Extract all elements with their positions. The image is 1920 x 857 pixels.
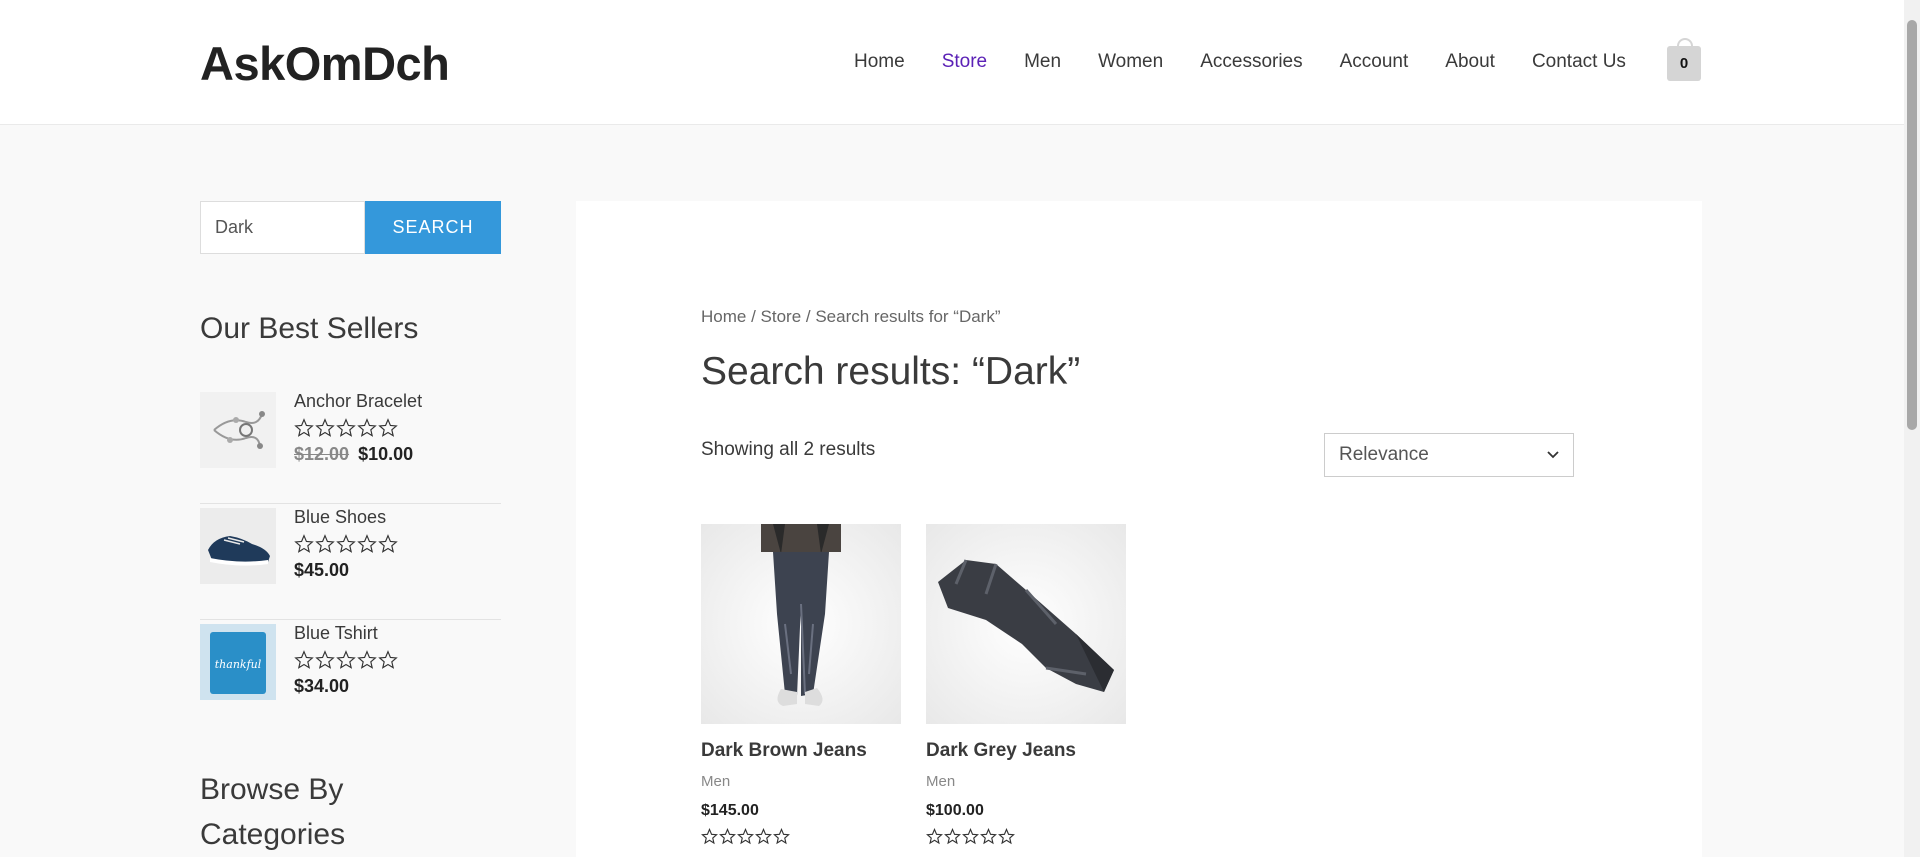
star-empty-icon xyxy=(378,650,398,669)
star-rating xyxy=(294,418,422,438)
tshirt-print-text: thankful xyxy=(215,658,262,671)
star-empty-icon xyxy=(336,534,356,553)
blue-tshirt-image[interactable]: thankful xyxy=(200,624,276,700)
search-form: SEARCH xyxy=(200,201,501,254)
product-name[interactable]: Blue Shoes xyxy=(294,506,398,528)
best-sellers-list: Anchor Bracelet $12.00 $10.00 Blue Shoes… xyxy=(200,388,501,736)
dark-grey-jeans-image[interactable] xyxy=(926,524,1126,724)
star-empty-icon xyxy=(773,828,790,845)
star-empty-icon xyxy=(315,534,335,553)
product-card: Dark Brown Jeans Men $145.00 xyxy=(701,524,901,845)
product-card: Dark Grey Jeans Men $100.00 xyxy=(926,524,1126,845)
product-category: Men xyxy=(701,773,731,790)
product-price: $45.00 xyxy=(294,560,350,580)
site-title[interactable]: AskOmDch xyxy=(200,36,450,91)
best-sellers-title: Our Best Sellers xyxy=(200,312,419,345)
nav-home[interactable]: Home xyxy=(854,50,905,74)
nav-store[interactable]: Store xyxy=(942,50,987,74)
ordering-select[interactable]: Relevance xyxy=(1324,433,1574,477)
chevron-down-icon xyxy=(1547,451,1559,459)
nav-about[interactable]: About xyxy=(1445,50,1495,74)
categories-title-line1: Browse By xyxy=(200,773,344,806)
star-empty-icon xyxy=(701,828,718,845)
breadcrumb-current: Search results for “Dark” xyxy=(815,307,1001,326)
product-price: $145.00 xyxy=(701,802,759,819)
breadcrumb: Home / Store / Search results for “Dark” xyxy=(701,307,1001,327)
anchor-bracelet-image[interactable] xyxy=(200,392,276,468)
breadcrumb-store[interactable]: Store xyxy=(761,307,802,326)
star-empty-icon xyxy=(357,534,377,553)
product-price: $12.00 $10.00 xyxy=(294,444,422,465)
list-item: thankful Blue Tshirt $34.00 xyxy=(200,620,501,736)
search-button[interactable]: SEARCH xyxy=(365,201,501,254)
categories-title: Browse By Categories xyxy=(200,767,345,857)
cart-count: 0 xyxy=(1679,55,1689,72)
nav-accessories[interactable]: Accessories xyxy=(1200,50,1302,74)
product-name[interactable]: Blue Tshirt xyxy=(294,622,398,644)
star-empty-icon xyxy=(944,828,961,845)
star-empty-icon xyxy=(980,828,997,845)
product-name[interactable]: Anchor Bracelet xyxy=(294,390,422,412)
nav-women[interactable]: Women xyxy=(1098,50,1163,74)
star-rating xyxy=(926,828,1126,845)
star-empty-icon xyxy=(755,828,772,845)
main-nav: Home Store Men Women Accessories Account… xyxy=(854,50,1663,74)
star-empty-icon xyxy=(962,828,979,845)
star-empty-icon xyxy=(294,418,314,437)
star-empty-icon xyxy=(926,828,943,845)
star-empty-icon xyxy=(294,534,314,553)
star-empty-icon xyxy=(737,828,754,845)
ordering-value: Relevance xyxy=(1339,444,1429,465)
star-empty-icon xyxy=(336,650,356,669)
product-title[interactable]: Dark Brown Jeans xyxy=(701,739,901,763)
site-header: AskOmDch Home Store Men Women Accessorie… xyxy=(0,0,1904,125)
breadcrumb-separator: / xyxy=(746,307,761,326)
cart-button[interactable]: 0 xyxy=(1667,38,1701,81)
breadcrumb-home[interactable]: Home xyxy=(701,307,746,326)
product-title[interactable]: Dark Grey Jeans xyxy=(926,739,1126,763)
star-empty-icon xyxy=(357,418,377,437)
result-count: Showing all 2 results xyxy=(701,439,876,460)
sale-price: $10.00 xyxy=(358,444,414,464)
product-grid: Dark Brown Jeans Men $145.00 Dark Grey J… xyxy=(701,524,1126,845)
nav-contact-us[interactable]: Contact Us xyxy=(1532,50,1626,74)
star-empty-icon xyxy=(719,828,736,845)
star-empty-icon xyxy=(315,650,335,669)
main-content: Home / Store / Search results for “Dark”… xyxy=(576,201,1702,857)
search-input[interactable] xyxy=(200,201,365,254)
list-item: Blue Shoes $45.00 xyxy=(200,504,501,620)
star-rating xyxy=(294,650,398,670)
product-category: Men xyxy=(926,773,956,790)
product-price: $100.00 xyxy=(926,802,984,819)
dark-brown-jeans-image[interactable] xyxy=(701,524,901,724)
list-item: Anchor Bracelet $12.00 $10.00 xyxy=(200,388,501,504)
old-price: $12.00 xyxy=(294,444,350,464)
star-empty-icon xyxy=(378,534,398,553)
star-rating xyxy=(294,534,398,554)
star-empty-icon xyxy=(336,418,356,437)
star-rating xyxy=(701,828,901,845)
breadcrumb-separator: / xyxy=(801,307,816,326)
nav-account[interactable]: Account xyxy=(1340,50,1409,74)
scrollbar-thumb[interactable] xyxy=(1907,20,1917,430)
star-empty-icon xyxy=(315,418,335,437)
star-empty-icon xyxy=(378,418,398,437)
star-empty-icon xyxy=(357,650,377,669)
page-title: Search results: “Dark” xyxy=(701,350,1081,393)
star-empty-icon xyxy=(998,828,1015,845)
blue-shoes-image[interactable] xyxy=(200,508,276,584)
categories-title-line2: Categories xyxy=(200,818,346,851)
product-price: $34.00 xyxy=(294,676,350,696)
star-empty-icon xyxy=(294,650,314,669)
nav-men[interactable]: Men xyxy=(1024,50,1061,74)
page-scrollbar[interactable] xyxy=(1904,0,1920,857)
